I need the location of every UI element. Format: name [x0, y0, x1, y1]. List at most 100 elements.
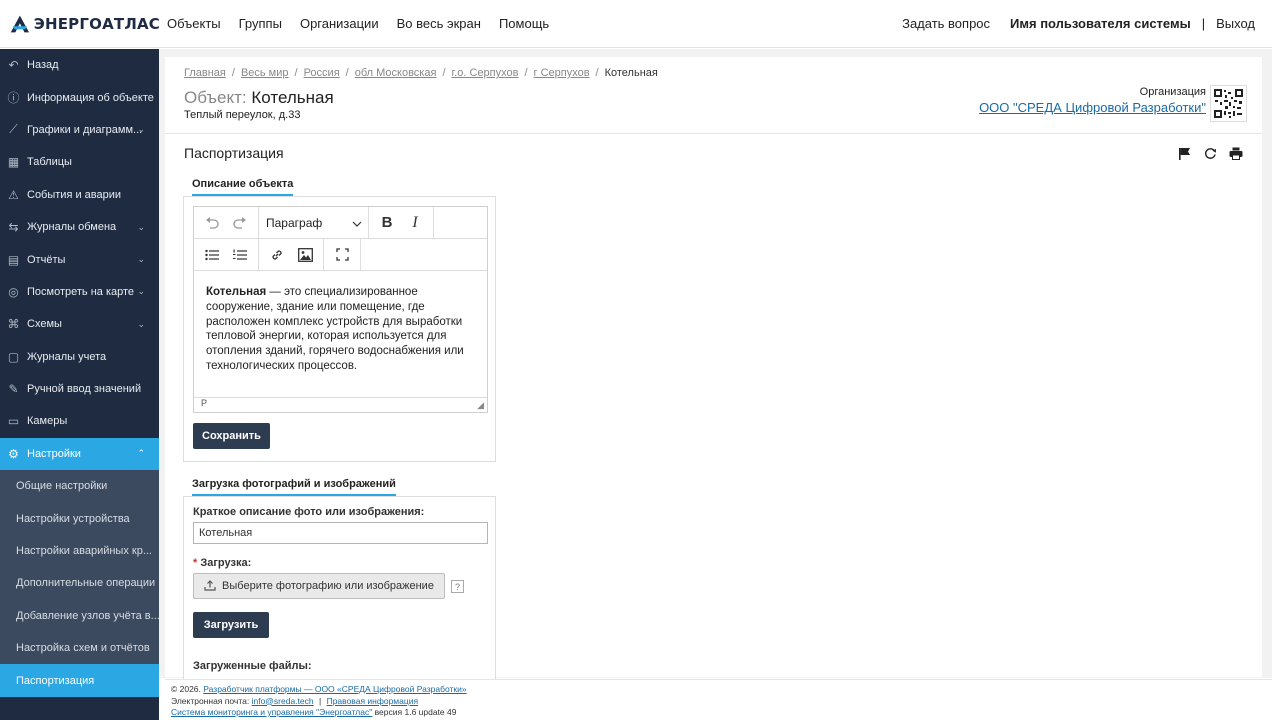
camera-icon: ▭ [7, 414, 20, 429]
bulleted-list-icon[interactable] [198, 241, 226, 269]
ask-question-link[interactable]: Задать вопрос [902, 16, 990, 31]
sidebar-item-label: Камеры [27, 415, 68, 428]
breadcrumb-separator: / [442, 67, 446, 79]
qr-code-graphic [1214, 89, 1243, 118]
nav-organizations[interactable]: Организации [300, 16, 379, 31]
resize-handle-icon[interactable]: ◢ [477, 400, 484, 411]
sidebar-item[interactable]: ⚠ События и аварии [0, 179, 159, 211]
user-area: Задать вопрос Имя пользователя системы |… [902, 16, 1255, 31]
photo-description-label: Краткое описание фото или изображения: [193, 506, 425, 518]
print-icon[interactable] [1228, 145, 1244, 161]
sidebar-item[interactable]: ⚙ Настройки ⌃ [0, 437, 159, 471]
editor-content[interactable]: Котельная — это специализированное соору… [194, 271, 487, 397]
rich-text-editor: Параграф B I Котельная — это специализир… [193, 206, 488, 413]
nav-fullscreen[interactable]: Во весь экран [397, 16, 481, 31]
format-group: B I [369, 207, 434, 238]
line-chart-icon: ⟋ [9, 122, 18, 137]
sidebar-item[interactable]: ◎ Посмотреть на карте ⌄ [0, 276, 159, 308]
qr-code-icon[interactable] [1210, 85, 1247, 122]
exchange-icon: ⇆ [8, 220, 19, 235]
image-icon[interactable] [291, 241, 319, 269]
sidebar-item[interactable]: ⌘ Схемы ⌄ [0, 308, 159, 340]
sidebar-item[interactable]: ⓘ Информация об объекте [0, 81, 159, 113]
editor-text: — это специализированное сооружение, зда… [206, 286, 464, 372]
sidebar-subitem[interactable]: Добавление узлов учёта в... [0, 599, 159, 633]
link-icon[interactable] [263, 241, 291, 269]
main-content: Главная / Весь мир / Россия / обл Московская / г… [165, 57, 1262, 681]
upload-button[interactable]: Загрузить [193, 612, 269, 638]
footer-email-link[interactable]: info@sreda.tech [252, 696, 314, 706]
organization-link[interactable]: ООО "СРЕДА Цифровой Разработки" [979, 100, 1206, 115]
sidebar-item[interactable]: ⟋ Графики и диаграмм... ⌄ [0, 114, 159, 146]
breadcrumb-link[interactable]: г Серпухов [534, 67, 590, 79]
refresh-icon[interactable] [1202, 145, 1218, 161]
footer-version: версия 1.6 update 49 [374, 707, 457, 717]
sidebar-item[interactable]: ▤ Отчёты ⌄ [0, 243, 159, 275]
nav-objects[interactable]: Объекты [167, 16, 221, 31]
sidebar-item[interactable]: ▦ Таблицы [0, 146, 159, 178]
history-group [194, 207, 259, 238]
list-group [194, 239, 259, 270]
sidebar-item[interactable]: ↶ Назад [0, 49, 159, 81]
editor-toolbar-row-2 [194, 239, 487, 271]
sidebar-subitem[interactable]: Настройки аварийных кр... [0, 534, 159, 568]
sidebar-subitem[interactable]: Дополнительные операции [0, 567, 159, 600]
help-icon[interactable]: ? [451, 580, 464, 593]
footer-system-link[interactable]: Система мониторинга и управления "Энерго… [171, 707, 372, 717]
sidebar-item-label: Таблицы [27, 156, 72, 169]
photo-description-value: Котельная [199, 527, 253, 539]
section-tools [1166, 145, 1244, 161]
top-bar: ЭНЕРГОАТЛАС Объекты Группы Организации В… [0, 0, 1272, 48]
breadcrumb-link[interactable]: Главная [184, 67, 226, 79]
footer: © 2026. Разработчик платформы — ООО «СРЕ… [165, 679, 1272, 720]
upload-label: * Загрузка: [193, 557, 251, 569]
tab-description[interactable]: Описание объекта [192, 178, 294, 196]
flag-icon[interactable] [1176, 145, 1192, 161]
breadcrumb-separator: / [294, 67, 298, 79]
sidebar-item[interactable]: ▭ Камеры [0, 405, 159, 437]
compass-icon: ◎ [8, 284, 19, 299]
italic-button[interactable]: I [401, 209, 429, 237]
tab-photos[interactable]: Загрузка фотографий и изображений [192, 478, 396, 496]
info-icon: ⓘ [7, 91, 20, 106]
breadcrumb-link[interactable]: Весь мир [241, 67, 289, 79]
top-nav: Объекты Группы Организации Во весь экран… [167, 16, 567, 31]
sidebar-item[interactable]: ▢ Журналы учета [0, 341, 159, 373]
photo-description-input[interactable]: Котельная [193, 522, 488, 544]
bold-button[interactable]: B [373, 209, 401, 237]
breadcrumb-separator: / [231, 67, 235, 79]
footer-developer-link[interactable]: Разработчик платформы — ООО «СРЕДА Цифро… [203, 684, 466, 694]
footer-separator: | [319, 695, 322, 706]
gear-icon: ⚙ [8, 446, 19, 461]
redo-icon[interactable] [226, 209, 254, 237]
nav-help[interactable]: Помощь [499, 16, 549, 31]
sidebar-item[interactable]: ⇆ Журналы обмена ⌄ [0, 211, 159, 243]
logo-icon [10, 15, 30, 32]
sidebar: ↶ Назад ⓘ Информация об объекте ⟋ Графики и д… [0, 49, 159, 720]
sidebar-subitem[interactable]: Настройка схем и отчётов [0, 632, 159, 665]
logout-link[interactable]: Выход [1216, 16, 1255, 31]
breadcrumb-link[interactable]: Россия [304, 67, 340, 79]
sidebar-subitem[interactable]: Паспортизация [0, 664, 159, 697]
sidebar-subitem[interactable]: Настройки устройства [0, 502, 159, 535]
choose-file-button[interactable]: Выберите фотографию или изображение [193, 573, 445, 599]
numbered-list-icon[interactable] [226, 241, 254, 269]
breadcrumb-link[interactable]: г.о. Серпухов [452, 67, 519, 79]
paragraph-select[interactable]: Параграф [259, 207, 369, 238]
sidebar-subitem[interactable]: Общие настройки [0, 470, 159, 503]
organization-block: Организация ООО "СРЕДА Цифровой Разработ… [979, 86, 1206, 115]
save-button[interactable]: Сохранить [193, 423, 270, 449]
brand-logo[interactable]: ЭНЕРГОАТЛАС [10, 12, 160, 36]
nav-groups[interactable]: Группы [239, 16, 282, 31]
report-icon: ▤ [7, 252, 20, 267]
breadcrumb-separator: / [345, 67, 349, 79]
chevron-down-icon: ⌄ [137, 318, 145, 329]
undo-icon[interactable] [198, 209, 226, 237]
footer-legal-link[interactable]: Правовая информация [327, 696, 419, 706]
sidebar-item[interactable]: ✎ Ручной ввод значений [0, 373, 159, 405]
breadcrumb-link[interactable]: обл Московская [355, 67, 437, 79]
edit-icon: ✎ [8, 382, 19, 397]
fullscreen-icon[interactable] [328, 241, 356, 269]
divider [165, 133, 1262, 134]
user-name[interactable]: Имя пользователя системы [1010, 16, 1191, 31]
